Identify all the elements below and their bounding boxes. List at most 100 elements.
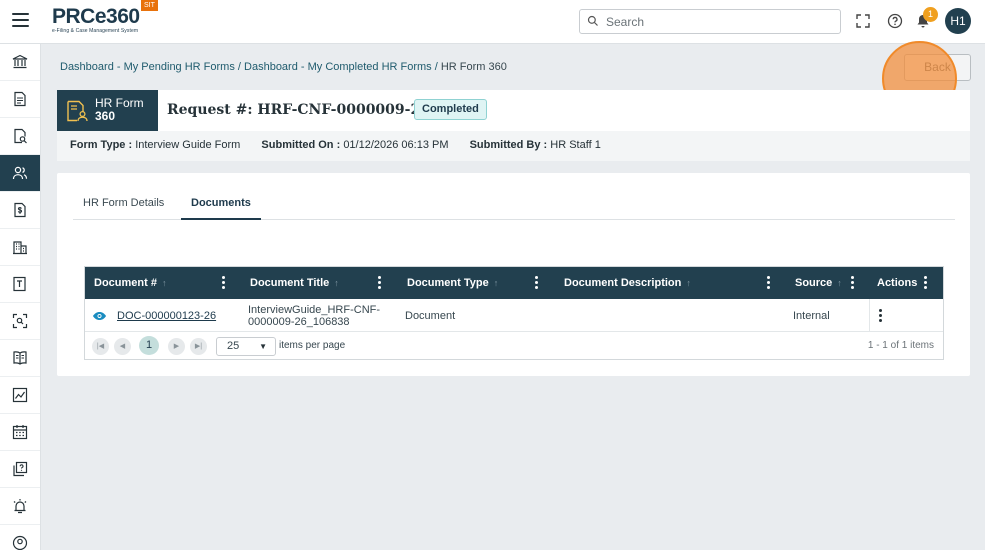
form-type-value: Interview Guide Form: [135, 139, 241, 151]
template-icon: [13, 276, 26, 292]
column-header-document-title[interactable]: Document Title ↑: [250, 267, 339, 299]
sidebar-item-scan[interactable]: [0, 303, 40, 340]
column-header-document-number[interactable]: Document # ↑: [94, 267, 166, 299]
tab-documents[interactable]: Documents: [181, 189, 261, 220]
sidebar-item-hr[interactable]: [0, 155, 40, 192]
sort-arrow-icon: ↑: [837, 278, 842, 288]
content-card: HR Form Details Documents Document # ↑ Do…: [57, 173, 970, 376]
request-id: HRF-CNF-0000009-26: [257, 102, 430, 118]
submitted-by-value: HR Staff 1: [550, 139, 601, 151]
column-header-document-type[interactable]: Document Type ↑: [407, 267, 498, 299]
user-circle-icon: [12, 535, 28, 550]
breadcrumb-completed-hr-forms-link[interactable]: Dashboard - My Completed HR Forms: [244, 61, 432, 73]
sidebar-item-help-docs[interactable]: [0, 451, 40, 488]
sidebar-item-documents[interactable]: [0, 81, 40, 118]
notification-count-badge: 1: [923, 7, 938, 22]
chip-subtitle: 360: [95, 109, 116, 123]
help-icon[interactable]: [887, 13, 903, 29]
first-page-icon[interactable]: |◀: [92, 338, 109, 355]
document-number-link[interactable]: DOC-000000123-26: [117, 310, 216, 322]
previous-page-icon[interactable]: ◀: [114, 338, 131, 355]
hamburger-menu-icon[interactable]: [12, 13, 29, 29]
document-search-icon: [14, 128, 27, 144]
documents-grid: Document # ↑ Document Title ↑ Document Typ…: [84, 266, 944, 360]
grid-header: Document # ↑ Document Title ↑ Document Typ…: [85, 267, 943, 299]
request-prefix: Request #:: [167, 102, 258, 118]
sort-arrow-icon: ↑: [686, 278, 691, 288]
page-number-button[interactable]: 1: [139, 336, 159, 355]
sort-arrow-icon: ↑: [334, 278, 339, 288]
sidebar-item-alerts[interactable]: [0, 488, 40, 525]
column-menu-icon[interactable]: [851, 276, 855, 290]
document-icon: [14, 91, 26, 107]
column-menu-icon[interactable]: [222, 276, 226, 290]
row-actions-menu-icon[interactable]: [879, 309, 883, 323]
bank-icon: [12, 54, 28, 69]
column-menu-icon[interactable]: [378, 276, 382, 290]
calendar-icon: [12, 425, 28, 440]
pager: |◀ ◀ 1 ▶ ▶| 25 ▼ items per page 1 - 1 of…: [85, 332, 943, 359]
search-input[interactable]: [606, 13, 836, 30]
sort-arrow-icon: ↑: [493, 278, 499, 288]
document-title-cell: InterviewGuide_HRF-CNF-0000009-26_106838: [248, 303, 381, 328]
submitted-by-label: Submitted By :: [469, 139, 548, 151]
alarm-icon: [13, 499, 27, 514]
breadcrumb-separator: /: [234, 61, 245, 73]
sort-arrow-icon: ↑: [161, 278, 167, 288]
logo-subtitle: e-Filing & Case Management System: [52, 28, 139, 34]
sidebar-item-reports[interactable]: [0, 377, 40, 414]
breadcrumb-pending-hr-forms-link[interactable]: Dashboard - My Pending HR Forms: [60, 61, 235, 73]
form-title-row: HR Form 360 Request #: HRF-CNF-0000009-2…: [57, 90, 970, 131]
fullscreen-icon[interactable]: [855, 13, 871, 29]
building-icon: [13, 241, 27, 255]
column-menu-icon[interactable]: [767, 276, 771, 290]
last-page-icon[interactable]: ▶|: [190, 338, 207, 355]
sidebar-item-calendar[interactable]: [0, 414, 40, 451]
sidebar-item-institution[interactable]: [0, 44, 40, 81]
page-size-value: 25: [227, 340, 240, 352]
submitted-on-label: Submitted On :: [261, 139, 341, 151]
app-logo[interactable]: PRCe360 e-Filing & Case Management Syste…: [52, 6, 140, 36]
question-copy-icon: [13, 461, 28, 477]
view-document-cell: [92, 299, 107, 332]
document-type-cell: Document: [405, 309, 456, 322]
scan-icon: [12, 313, 28, 329]
table-row: DOC-000000123-26 InterviewGuide_HRF-CNF-…: [85, 299, 943, 332]
submitted-on-value: 01/12/2026 06:13 PM: [343, 139, 449, 151]
column-menu-icon[interactable]: [535, 276, 539, 290]
environment-badge: SIT: [141, 0, 158, 11]
chart-icon: [12, 387, 28, 403]
breadcrumb: Dashboard - My Pending HR Forms / Dashbo…: [60, 61, 507, 73]
sidebar-item-organizations[interactable]: [0, 229, 40, 266]
search-icon: [587, 15, 598, 26]
breadcrumb-separator: /: [431, 61, 441, 73]
users-icon: [12, 166, 28, 180]
form-type-label: Form Type :: [70, 139, 133, 151]
user-avatar[interactable]: H1: [945, 8, 971, 34]
breadcrumb-current: HR Form 360: [440, 61, 507, 73]
form-meta-row: Form Type : Interview Guide Form Submitt…: [70, 139, 601, 151]
sidebar-item-library[interactable]: [0, 340, 40, 377]
form-type-chip: HR Form 360: [57, 90, 158, 131]
dollar-document-icon: [14, 202, 26, 218]
sidebar: [0, 44, 41, 550]
page-size-select[interactable]: 25 ▼: [216, 337, 276, 356]
column-menu-icon[interactable]: [924, 276, 928, 290]
request-title: Request #: HRF-CNF-0000009-26: [167, 102, 430, 118]
document-number-cell: DOC-000000123-26: [117, 299, 216, 332]
next-page-icon[interactable]: ▶: [168, 338, 185, 355]
sidebar-item-profile[interactable]: [0, 525, 40, 550]
back-button[interactable]: Back: [904, 54, 971, 81]
column-header-document-description[interactable]: Document Description ↑: [564, 267, 691, 299]
sidebar-item-search-docs[interactable]: [0, 118, 40, 155]
column-header-source[interactable]: Source ↑: [795, 267, 842, 299]
logo-text: PRCe360: [52, 5, 140, 28]
source-cell: Internal: [793, 309, 830, 322]
items-per-page-label: items per page: [279, 340, 346, 351]
sidebar-item-templates[interactable]: [0, 266, 40, 303]
eye-icon[interactable]: [92, 311, 107, 321]
sidebar-item-billing[interactable]: [0, 192, 40, 229]
tab-hr-form-details[interactable]: HR Form Details: [73, 189, 174, 220]
book-icon: [13, 351, 27, 365]
search-box[interactable]: [579, 9, 841, 34]
